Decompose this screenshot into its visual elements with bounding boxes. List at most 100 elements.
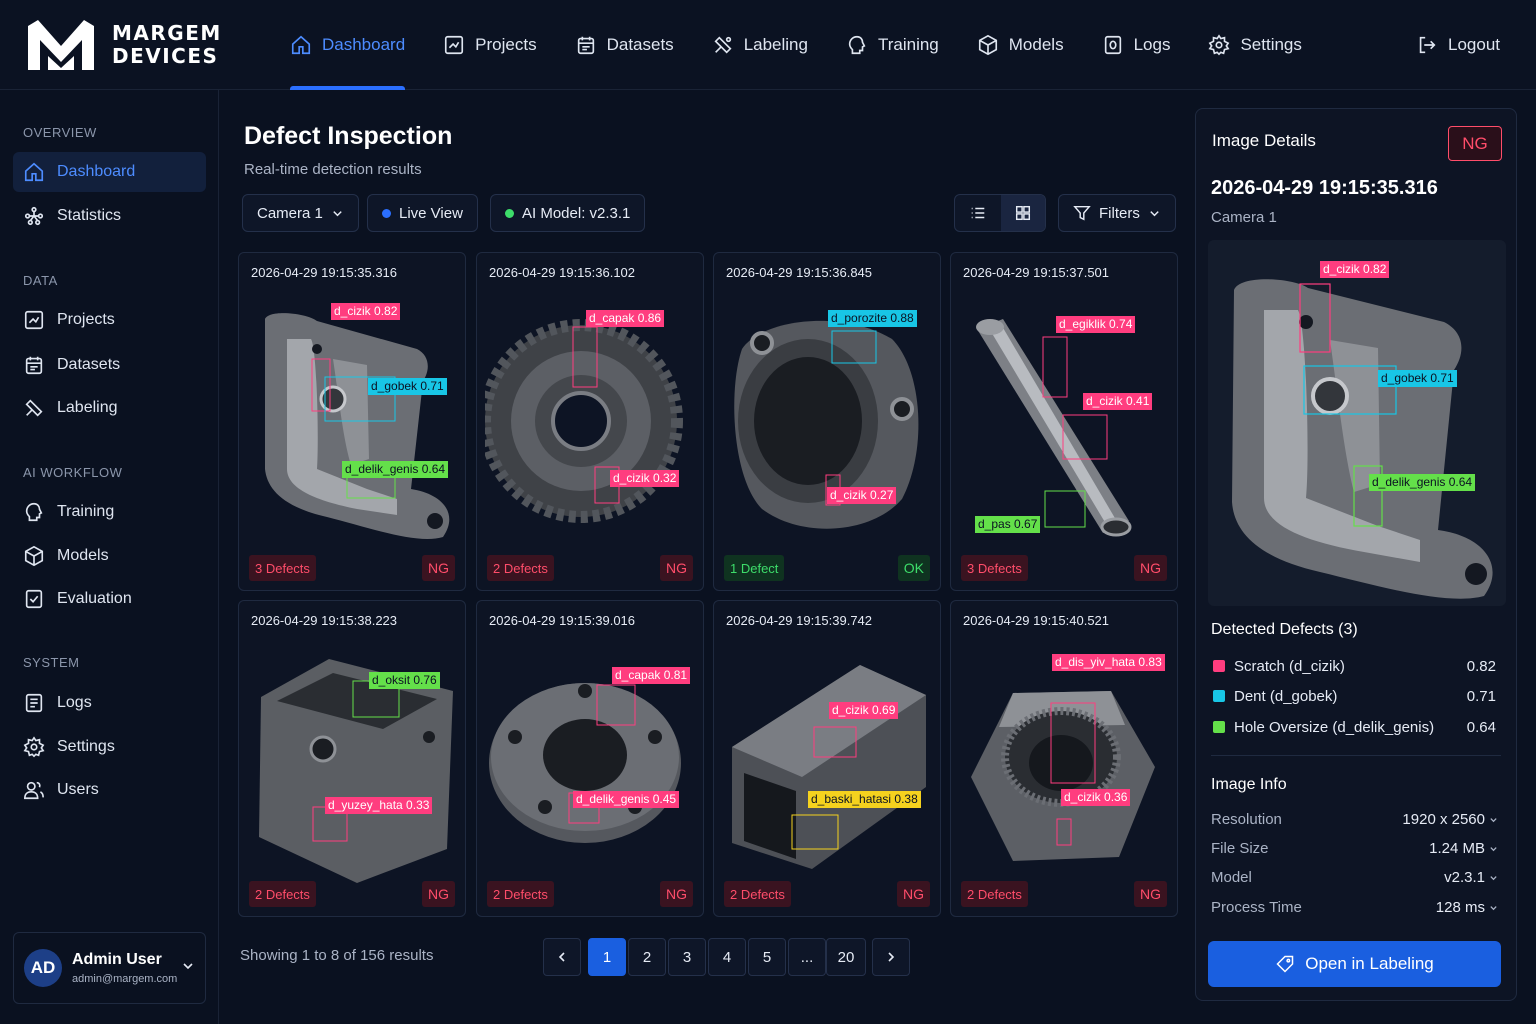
info-value-text: 1.24 MB [1429,839,1485,857]
defect-label: d_pas 0.67 [975,516,1041,533]
list-icon [971,207,985,219]
page-button[interactable]: 2 [628,938,666,976]
nav-settings[interactable]: Settings [1194,0,1315,90]
nav-labeling[interactable]: Labeling [698,0,822,90]
inspection-card[interactable]: 2026-04-29 19:15:37.501 d_egiklik 0.74 d… [950,252,1178,591]
panel-timestamp: 2026-04-29 19:15:35.316 [1211,177,1438,199]
inspection-card[interactable]: 2026-04-29 19:15:36.102 d_capak 0.86 d_c… [476,252,704,591]
live-view-label: Live View [399,204,463,222]
grid-icon [1015,205,1030,221]
chevron-down-icon [1490,905,1497,910]
page-button[interactable]: 20 [826,938,866,976]
sidebar-item-evaluation[interactable]: Evaluation [13,579,206,619]
inspection-card[interactable]: 2026-04-29 19:15:40.521 d_dis_yiv_hata 0… [950,600,1178,917]
model-status-dot-icon [505,208,514,218]
open-in-labeling-button[interactable]: Open in Labeling [1208,941,1501,987]
list-view-button[interactable] [955,195,1001,231]
info-key: Resolution [1211,810,1282,828]
inspection-card[interactable]: 2026-04-29 19:15:38.223 d_oksit 0.76 d_y… [238,600,466,917]
defect-row[interactable]: Dent (d_gobek) 0.71 [1213,685,1496,707]
section-data: DATA [23,273,58,288]
defect-name: Hole Oversize (d_delik_genis) [1234,718,1435,736]
grid-view-button[interactable] [1000,195,1045,231]
brand-logo[interactable]: MARGEM DEVICES [24,16,222,74]
filter-icon [1073,205,1091,221]
chevron-right-icon [888,952,895,962]
nav-projects[interactable]: Projects [429,0,550,90]
defect-label: d_oksit 0.76 [369,672,440,689]
sidebar-item-statistics[interactable]: Statistics [13,196,206,236]
status-badge: NG [422,881,455,907]
status-badge: NG [660,881,693,907]
sidebar-item-labeling[interactable]: Labeling [13,388,206,428]
info-value[interactable]: 1.24 MB [1429,840,1498,857]
chevron-down-icon [1490,846,1497,851]
defect-label: d_cizik 0.82 [331,303,401,320]
nav-datasets[interactable]: Datasets [561,0,688,90]
filters-button[interactable]: Filters [1058,194,1176,232]
sidebar-item-users[interactable]: Users [13,770,206,810]
ai-model-chip[interactable]: AI Model: v2.3.1 [490,194,646,232]
training-icon [848,35,866,55]
section-system: SYSTEM [23,655,80,670]
filters-label: Filters [1099,204,1140,222]
defect-label: d_capak 0.81 [612,667,691,684]
info-value[interactable]: 128 ms [1436,899,1498,916]
prev-page-button[interactable] [543,938,581,976]
camera-select[interactable]: Camera 1 [242,194,359,232]
chevron-down-icon [183,963,193,970]
nav-logs[interactable]: Logs [1088,0,1185,90]
sidebar-item-logs[interactable]: Logs [13,683,206,723]
ai-model-label: AI Model: v2.3.1 [522,204,631,222]
nav-dashboard[interactable]: Dashboard [276,0,419,90]
inspection-card[interactable]: 2026-04-29 19:15:39.742 d_cizik 0.69 d_b… [713,600,941,917]
defect-row[interactable]: Scratch (d_cizik) 0.82 [1213,655,1496,677]
status-badge: NG [660,555,693,581]
user-card[interactable]: AD Admin User admin@margem.com [13,932,206,1004]
logout-button[interactable]: Logout [1416,0,1500,90]
inspection-card[interactable]: 2026-04-29 19:15:35.316 d_cizik 0.82 d_g… [238,252,466,591]
sidebar-item-settings[interactable]: Settings [13,727,206,767]
settings-icon [23,736,45,758]
sidebar-item-projects[interactable]: Projects [13,300,206,340]
page-ellipsis: ... [788,938,826,976]
next-page-button[interactable] [872,938,910,976]
sidebar-item-dashboard[interactable]: Dashboard [13,152,206,192]
info-value[interactable]: v2.3.1 [1444,869,1498,886]
preview-image[interactable]: d_cizik 0.82 d_gobek 0.71 d_delik_genis … [1208,240,1506,606]
sidebar-item-training[interactable]: Training [13,492,206,532]
inspection-card[interactable]: 2026-04-29 19:15:39.016 d_capak 0.81 d_d… [476,600,704,917]
defect-label: d_gobek 0.71 [1378,370,1457,387]
page-button[interactable]: 5 [748,938,786,976]
defect-row[interactable]: Hole Oversize (d_delik_genis) 0.64 [1213,716,1496,738]
nav-models[interactable]: Models [963,0,1078,90]
tag-icon [1276,955,1294,973]
logs-icon [25,693,43,713]
defect-count-badge: 2 Defects [249,881,316,907]
page-button[interactable]: 1 [588,938,626,976]
defect-label: d_delik_genis 0.64 [1369,474,1476,491]
page-button[interactable]: 3 [668,938,706,976]
live-dot-icon [382,208,391,218]
live-view-button[interactable]: Live View [367,194,478,232]
detected-defects-title: Detected Defects (3) [1211,621,1358,638]
defect-label: d_cizik 0.41 [1083,393,1153,410]
page-button[interactable]: 4 [708,938,746,976]
status-badge: NG [422,555,455,581]
info-value-text: 1920 x 2560 [1402,810,1485,828]
info-value[interactable]: 1920 x 2560 [1402,811,1498,828]
models-icon [24,545,44,567]
sidebar-item-models[interactable]: Models [13,536,206,576]
defect-label: d_yuzey_hata 0.33 [325,797,433,814]
margem-logo-icon [28,20,94,70]
section-overview: OVERVIEW [23,125,97,140]
nav-training[interactable]: Training [832,0,953,90]
sidebar-item-datasets[interactable]: Datasets [13,345,206,385]
sidebar-item-label: Models [57,547,109,564]
defect-count-badge: 3 Defects [249,555,316,581]
nav-label: Dashboard [322,35,406,54]
card-timestamp: 2026-04-29 19:15:39.742 [726,613,873,628]
defect-count-badge: 1 Defect [724,555,785,581]
main-nav: Dashboard Projects Datasets Labeling Tra… [276,0,1326,90]
inspection-card[interactable]: 2026-04-29 19:15:36.845 d_porozite 0.88 … [713,252,941,591]
